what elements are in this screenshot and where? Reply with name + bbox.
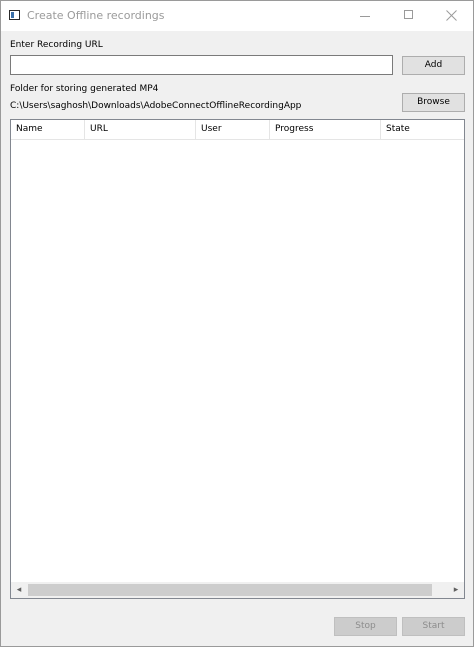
horizontal-scrollbar[interactable]: ◂ ▸ (11, 582, 464, 598)
column-header-user[interactable]: User (196, 120, 270, 139)
column-header-state[interactable]: State (381, 120, 464, 139)
scroll-right-icon[interactable]: ▸ (448, 582, 464, 598)
start-button[interactable]: Start (402, 617, 465, 636)
maximize-button[interactable] (388, 1, 428, 31)
stop-button[interactable]: Stop (334, 617, 397, 636)
app-icon (9, 10, 20, 20)
minimize-button[interactable] (345, 1, 385, 31)
title-bar[interactable]: Create Offline recordings (1, 1, 473, 31)
browse-button[interactable]: Browse (402, 93, 465, 112)
column-header-progress[interactable]: Progress (270, 120, 381, 139)
folder-label: Folder for storing generated MP4 (10, 84, 159, 94)
close-icon (446, 10, 457, 21)
recording-url-label: Enter Recording URL (10, 40, 103, 50)
column-header-name[interactable]: Name (11, 120, 85, 139)
recording-url-input[interactable] (10, 55, 393, 75)
window-title: Create Offline recordings (27, 9, 165, 22)
main-window: Create Offline recordings Enter Recordin… (0, 0, 474, 647)
add-button[interactable]: Add (402, 56, 465, 75)
close-button[interactable] (431, 1, 471, 31)
folder-path: C:\Users\saghosh\Downloads\AdobeConnectO… (10, 101, 302, 111)
maximize-icon (404, 10, 413, 19)
scroll-left-icon[interactable]: ◂ (11, 582, 27, 598)
table-header: Name URL User Progress State (11, 120, 464, 140)
column-header-url[interactable]: URL (85, 120, 196, 139)
minimize-icon (360, 16, 370, 17)
recordings-table[interactable]: Name URL User Progress State ◂ ▸ (10, 119, 465, 599)
scroll-thumb[interactable] (28, 584, 432, 596)
